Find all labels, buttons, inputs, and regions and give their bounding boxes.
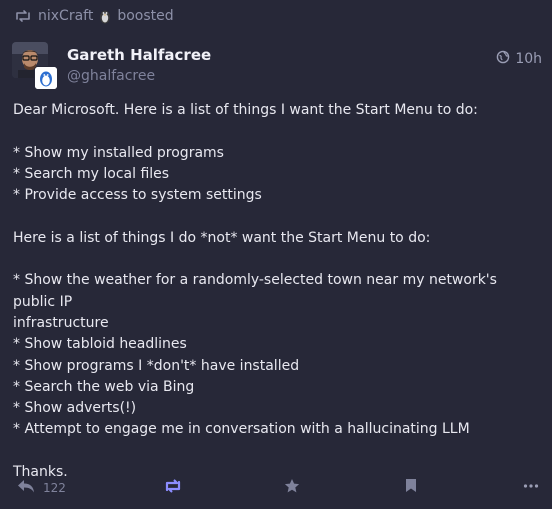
boost-account-name[interactable]: nixCraft: [38, 8, 93, 24]
author-info[interactable]: Gareth Halfacree @ghalfacree: [67, 46, 211, 85]
reply-count: 122: [43, 480, 66, 495]
boost-icon: [14, 9, 32, 23]
boost-active-icon: [163, 478, 183, 497]
boost-line: nixCraft boosted: [14, 8, 174, 24]
content-line: infrastructure: [13, 314, 109, 331]
content-line: * Show programs I *don't* have installed: [13, 357, 300, 374]
reply-icon: [17, 478, 35, 497]
content-line: * Show the weather for a randomly-select…: [13, 272, 497, 310]
content-line: * Show my installed programs: [13, 144, 224, 161]
content-line: * Show tabloid headlines: [13, 336, 187, 353]
bookmark-button[interactable]: [405, 478, 417, 497]
content-line: * Attempt to engage me in conversation w…: [13, 421, 470, 438]
content-line: * Search the web via Bing: [13, 378, 195, 395]
content-line: Here is a list of things I do *not* want…: [13, 229, 431, 246]
post-timestamp[interactable]: 10h: [496, 50, 542, 68]
star-icon: [284, 478, 300, 498]
ellipsis-icon: [523, 478, 539, 497]
content-line: * Search my local files: [13, 165, 170, 182]
action-bar: 122: [0, 478, 552, 500]
content-blank-line: [13, 121, 543, 142]
content-line: * Provide access to system settings: [13, 187, 262, 204]
post: nixCraft boosted Gareth Halfacree @ghalf…: [0, 0, 552, 509]
bookmark-icon: [405, 478, 417, 497]
post-content: Dear Microsoft. Here is a list of things…: [13, 100, 543, 483]
globe-icon: [496, 50, 510, 68]
content-blank-line: [13, 249, 543, 270]
reply-button[interactable]: 122: [17, 478, 66, 497]
timestamp-text: 10h: [515, 51, 542, 67]
author-display-name[interactable]: Gareth Halfacree: [67, 46, 211, 64]
penguin-emoji-icon: [99, 8, 111, 24]
content-line: * Show adverts(!): [13, 400, 137, 417]
favourite-button[interactable]: [284, 478, 300, 498]
more-options-button[interactable]: [523, 478, 539, 497]
booster-avatar[interactable]: [34, 66, 58, 90]
content-line: Dear Microsoft. Here is a list of things…: [13, 102, 478, 118]
boost-button[interactable]: [163, 478, 183, 497]
content-blank-line: [13, 206, 543, 227]
author-handle[interactable]: @ghalfacree: [67, 67, 211, 85]
boost-label: boosted: [117, 8, 174, 24]
content-blank-line: [13, 441, 543, 462]
avatar-group[interactable]: [12, 42, 58, 90]
